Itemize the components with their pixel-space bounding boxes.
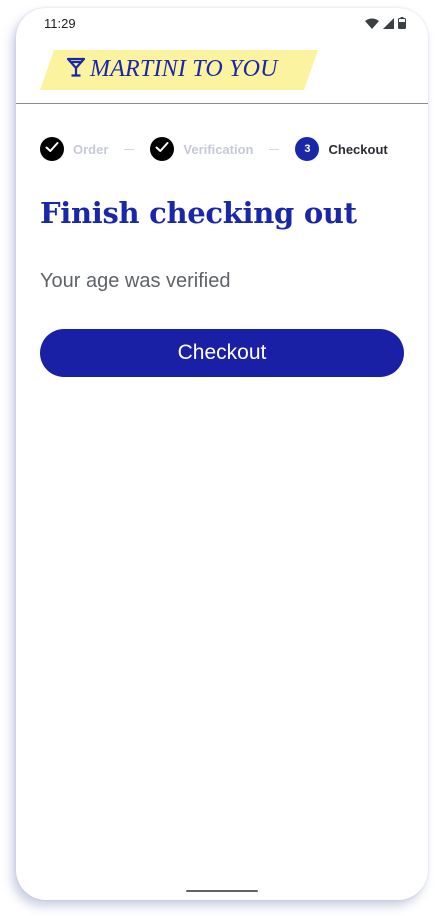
step-order: Order	[40, 137, 108, 161]
step-label-order: Order	[73, 141, 109, 157]
checkout-stepper: Order Verification 3 Checkout	[40, 136, 404, 162]
step-connector	[269, 148, 280, 150]
step-completed-indicator	[40, 137, 64, 161]
martini-glass-icon	[66, 56, 86, 83]
logo-content: MARTINI TO YOU	[66, 56, 278, 83]
status-icons	[365, 17, 406, 29]
phone-screen: 11:29 MARTINI TO YOU Order Verification …	[16, 8, 428, 900]
status-bar: 11:29	[16, 8, 428, 40]
wifi-icon	[365, 18, 379, 29]
checkmark-icon	[44, 139, 60, 160]
home-indicator[interactable]	[186, 890, 258, 892]
app-header: MARTINI TO YOU	[16, 40, 428, 104]
brand-logo[interactable]: MARTINI TO YOU	[40, 50, 318, 90]
step-checkout: 3 Checkout	[295, 137, 388, 161]
step-label-checkout: Checkout	[328, 141, 388, 157]
step-number-badge: 3	[295, 137, 320, 161]
step-completed-indicator	[150, 137, 175, 161]
logo-text: MARTINI TO YOU	[90, 56, 278, 82]
battery-icon	[398, 17, 406, 29]
cellular-signal-icon	[383, 17, 394, 29]
status-time: 11:29	[44, 16, 76, 31]
checkout-button[interactable]: Checkout	[40, 329, 404, 377]
page-title: Finish checking out	[40, 196, 357, 230]
step-verification: Verification	[150, 137, 253, 161]
step-connector	[124, 148, 135, 150]
age-verified-message: Your age was verified	[40, 270, 231, 292]
checkmark-icon	[154, 139, 170, 160]
step-label-verification: Verification	[183, 141, 254, 157]
